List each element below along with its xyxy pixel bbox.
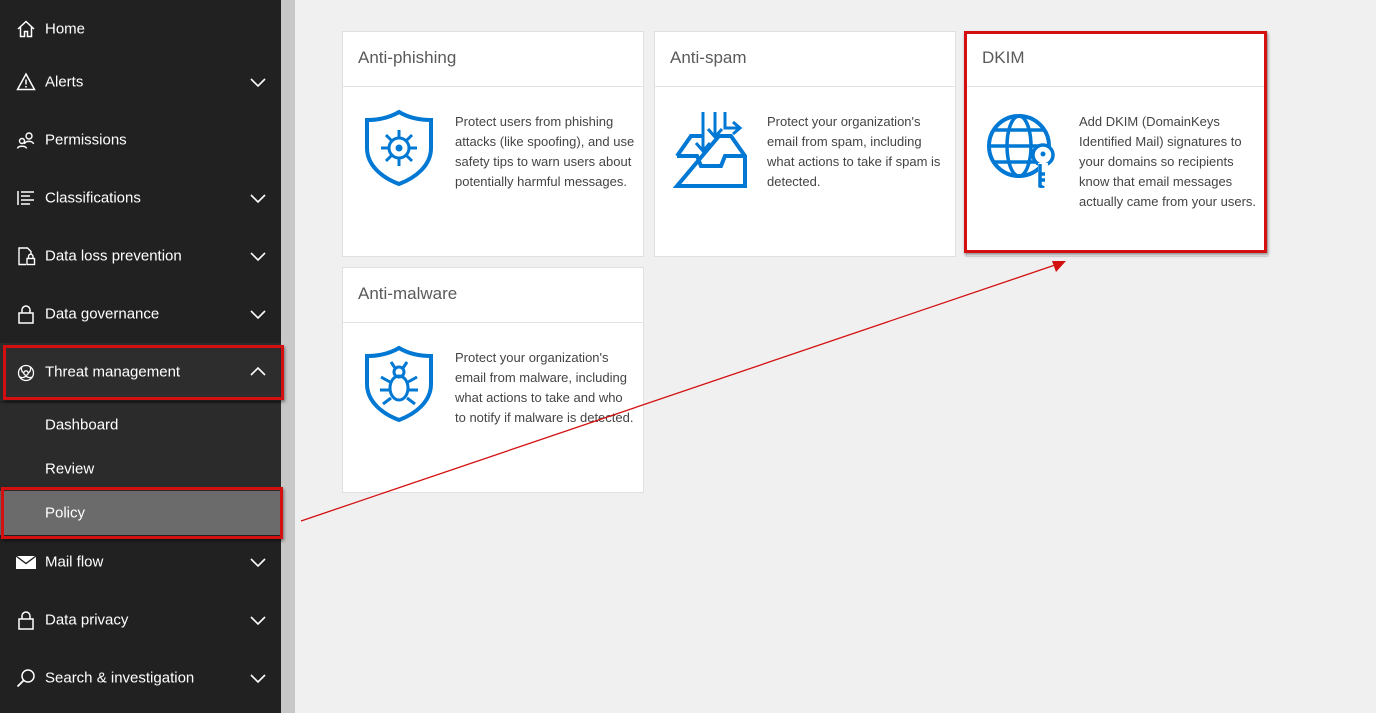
- card-description: Protect users from phishing attacks (lik…: [455, 114, 635, 189]
- lock-icon: [15, 609, 37, 631]
- chevron-up-icon[interactable]: [249, 363, 267, 381]
- card-title: Anti-malware: [358, 284, 458, 303]
- globe-key-icon: [987, 114, 1055, 188]
- mail-icon: [15, 551, 37, 573]
- chevron-down-icon[interactable]: [249, 305, 267, 323]
- sidebar-item-label: Data governance: [45, 305, 160, 323]
- card-divider: [343, 322, 643, 323]
- chevron-down-icon[interactable]: [249, 553, 267, 571]
- chevron-down-icon[interactable]: [249, 669, 267, 687]
- sidebar-item-label: Home: [45, 20, 86, 38]
- sidebar: Home Alerts Permissions Classifications …: [0, 0, 281, 713]
- chevron-down-icon[interactable]: [249, 611, 267, 629]
- people-icon: [15, 129, 37, 151]
- card-anti-malware[interactable]: Anti-malware Protect your organization's…: [342, 267, 644, 493]
- list-icon: [15, 187, 37, 209]
- sidebar-subitem-label: Dashboard: [45, 416, 119, 434]
- sidebar-subitem-review[interactable]: Review: [0, 447, 281, 491]
- sidebar-item-classifications[interactable]: Classifications: [0, 169, 281, 227]
- card-divider: [343, 86, 643, 87]
- sidebar-item-label: Alerts: [45, 73, 84, 91]
- chevron-down-icon[interactable]: [249, 247, 267, 265]
- shield-wheel-icon: [365, 109, 433, 187]
- card-title: Anti-phishing: [358, 48, 457, 67]
- chevron-down-icon[interactable]: [249, 73, 267, 91]
- card-divider: [967, 86, 1267, 87]
- card-description: Protect your organization's email from m…: [455, 350, 634, 425]
- sidebar-item-data-governance[interactable]: Data governance: [0, 285, 281, 343]
- card-divider: [655, 86, 955, 87]
- sidebar-item-label: Classifications: [45, 189, 141, 207]
- inbox-arrows-icon: [673, 112, 747, 188]
- sidebar-subitem-policy[interactable]: Policy: [0, 491, 281, 535]
- card-title: DKIM: [982, 48, 1025, 67]
- sidebar-item-label: Threat management: [45, 363, 181, 381]
- chevron-down-icon[interactable]: [249, 189, 267, 207]
- sidebar-item-home[interactable]: Home: [0, 0, 281, 58]
- card-anti-spam[interactable]: Anti-spam Protect your organization's em…: [654, 31, 956, 257]
- sidebar-item-label: Data privacy: [45, 611, 129, 629]
- sidebar-item-alerts[interactable]: Alerts: [0, 53, 281, 111]
- sidebar-item-data-privacy[interactable]: Data privacy: [0, 591, 281, 649]
- document-lock-icon: [15, 245, 37, 267]
- search-icon: [15, 667, 37, 689]
- sidebar-item-permissions[interactable]: Permissions: [0, 111, 281, 169]
- card-description: Add DKIM (DomainKeys Identified Mail) si…: [1079, 114, 1257, 209]
- sidebar-item-label: Mail flow: [45, 553, 104, 571]
- biohazard-icon: [15, 361, 37, 383]
- sidebar-item-threat-management[interactable]: Threat management: [0, 343, 281, 401]
- sidebar-item-label: Data loss prevention: [45, 247, 182, 265]
- card-dkim[interactable]: DKIM Add DKIM (DomainKeys Identified Mai…: [966, 31, 1268, 257]
- sidebar-item-search-investigation[interactable]: Search & investigation: [0, 649, 281, 707]
- sidebar-subitem-label: Policy: [45, 504, 86, 522]
- card-anti-phishing[interactable]: Anti-phishing Protect users from phishin…: [342, 31, 644, 257]
- home-icon: [15, 18, 37, 40]
- sidebar-subitem-label: Review: [45, 460, 95, 478]
- sidebar-item-mail-flow[interactable]: Mail flow: [0, 533, 281, 591]
- shield-bug-icon: [365, 345, 433, 423]
- sidebar-subitem-dashboard[interactable]: Dashboard: [0, 403, 281, 447]
- card-description: Protect your organization's email from s…: [767, 114, 941, 189]
- lock-icon: [15, 303, 37, 325]
- card-title: Anti-spam: [670, 48, 747, 67]
- warning-icon: [15, 71, 37, 93]
- sidebar-item-label: Search & investigation: [45, 669, 195, 687]
- sidebar-scrollbar[interactable]: [281, 0, 295, 713]
- sidebar-item-label: Permissions: [45, 131, 127, 149]
- sidebar-item-data-loss-prevention[interactable]: Data loss prevention: [0, 227, 281, 285]
